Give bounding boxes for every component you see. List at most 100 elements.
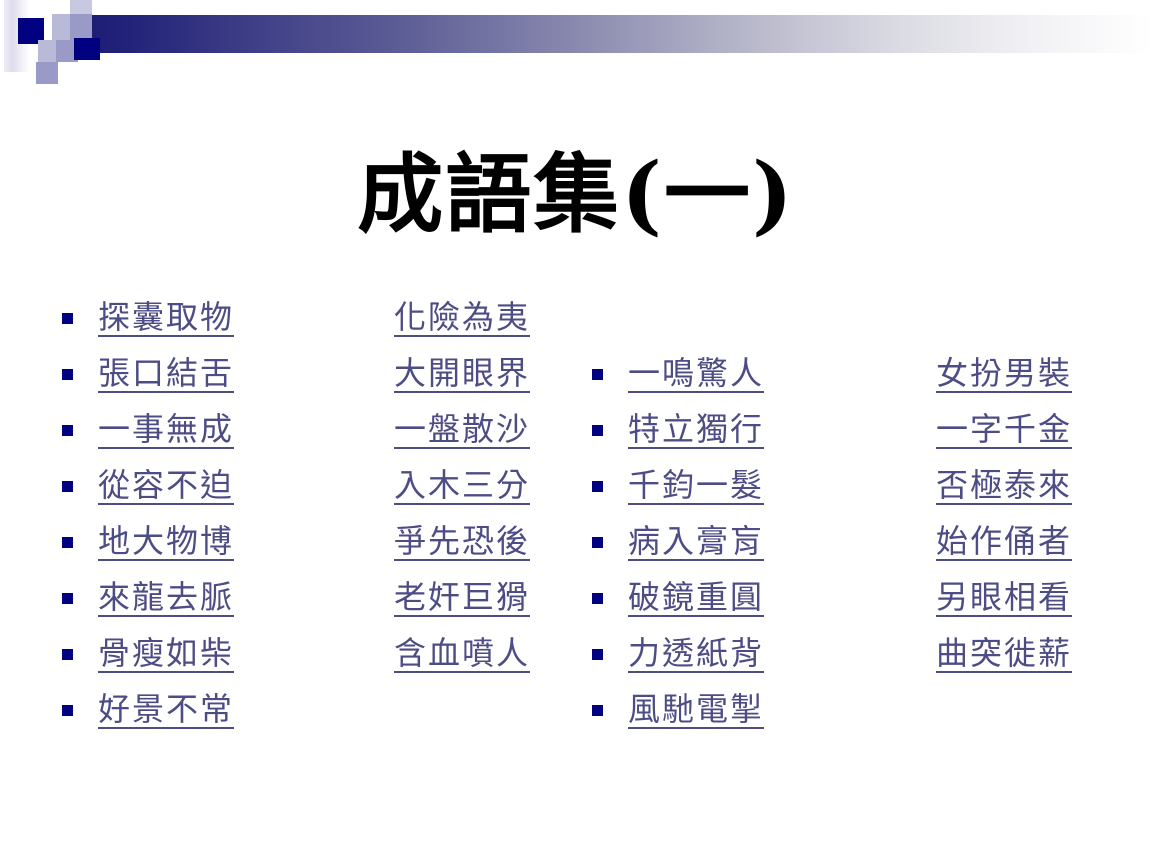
- idiom-link[interactable]: 含血噴人: [394, 636, 544, 671]
- idiom-link[interactable]: 另眼相看: [936, 580, 1072, 615]
- idiom-link[interactable]: 特立獨行: [628, 412, 764, 447]
- idiom-link[interactable]: 入木三分: [394, 468, 544, 503]
- idiom-row: 探囊取物: [62, 290, 312, 346]
- bullet-square-icon: [62, 368, 73, 380]
- bullet-square-icon: [62, 592, 73, 604]
- slide: 成語集(一) 探囊取物張口結舌一事無成從容不迫地大物博來龍去脈骨瘦如柴好景不常 …: [0, 0, 1152, 864]
- idiom-column-1: 探囊取物張口結舌一事無成從容不迫地大物博來龍去脈骨瘦如柴好景不常: [62, 290, 312, 738]
- bullet-square-icon: [62, 480, 73, 492]
- idiom-row: 張口結舌: [62, 346, 312, 402]
- idiom-row: 入木三分: [358, 458, 568, 514]
- idiom-row: 另眼相看: [900, 570, 1110, 626]
- idiom-link[interactable]: 老奸巨猾: [394, 580, 530, 615]
- bullet-spacer: [900, 425, 911, 436]
- idiom-link[interactable]: 大開眼界: [394, 356, 530, 391]
- idiom-link[interactable]: 張口結舌: [98, 356, 234, 391]
- idiom-link[interactable]: 始作俑者: [936, 524, 1072, 559]
- header-gradient-bar: [62, 15, 1152, 53]
- bullet-spacer: [358, 537, 369, 548]
- idiom-link[interactable]: 一字千金: [936, 412, 1072, 447]
- idiom-row: 從容不迫: [62, 458, 312, 514]
- idiom-row: 否極泰來: [900, 458, 1110, 514]
- idiom-row: 骨瘦如柴: [62, 626, 312, 682]
- idiom-link[interactable]: 病入膏肓: [628, 524, 764, 559]
- bullet-spacer: [358, 649, 369, 660]
- bullet-square-icon: [592, 704, 603, 716]
- bullet-square-icon: [592, 648, 603, 660]
- idiom-link[interactable]: 爭先恐後: [394, 524, 544, 559]
- bullet-square-icon: [592, 368, 603, 380]
- idiom-link[interactable]: 女扮男裝: [936, 356, 1072, 391]
- decorative-gradient-strip: [4, 0, 30, 72]
- idiom-row: 力透紙背: [592, 626, 842, 682]
- bullet-square-icon: [592, 536, 603, 548]
- decorative-square-navy-2: [74, 38, 100, 60]
- bullet-square-icon: [592, 592, 603, 604]
- idiom-link[interactable]: 一事無成: [98, 412, 248, 447]
- idiom-link[interactable]: 一鳴驚人: [628, 356, 778, 391]
- bullet-spacer: [358, 481, 369, 492]
- idiom-row: 老奸巨猾: [358, 570, 568, 626]
- decorative-square-pale-1: [70, 0, 92, 22]
- idiom-row: 破鏡重圓: [592, 570, 842, 626]
- idiom-link[interactable]: 曲突徙薪: [936, 636, 1072, 671]
- bullet-square-icon: [62, 648, 73, 660]
- bullet-spacer: [358, 313, 369, 324]
- idiom-row: 千鈞一髮: [592, 458, 842, 514]
- idiom-columns: 探囊取物張口結舌一事無成從容不迫地大物博來龍去脈骨瘦如柴好景不常 化險為夷大開眼…: [0, 290, 1152, 760]
- idiom-row: 爭先恐後: [358, 514, 568, 570]
- idiom-link[interactable]: 探囊取物: [98, 300, 234, 335]
- idiom-row: 風馳電掣: [592, 682, 842, 738]
- idiom-link[interactable]: 從容不迫: [98, 468, 234, 503]
- bullet-square-icon: [62, 536, 73, 548]
- bullet-spacer: [900, 537, 911, 548]
- idiom-row: 化險為夷: [358, 290, 568, 346]
- bullet-spacer: [900, 649, 911, 660]
- idiom-column-2: 化險為夷大開眼界一盤散沙入木三分爭先恐後老奸巨猾含血噴人: [358, 290, 568, 682]
- bullet-spacer: [358, 425, 369, 436]
- header-decoration: [0, 0, 1152, 90]
- idiom-column-4: 女扮男裝一字千金否極泰來始作俑者另眼相看曲突徙薪: [900, 346, 1110, 682]
- idiom-link[interactable]: 骨瘦如柴: [98, 636, 234, 671]
- idiom-row: 含血噴人: [358, 626, 568, 682]
- idiom-row: 來龍去脈: [62, 570, 312, 626]
- idiom-link[interactable]: 否極泰來: [936, 468, 1072, 503]
- bullet-square-icon: [592, 480, 603, 492]
- decorative-square-lav-2: [56, 40, 78, 62]
- idiom-row: 好景不常: [62, 682, 312, 738]
- bullet-spacer: [900, 481, 911, 492]
- idiom-link[interactable]: 一盤散沙: [394, 412, 530, 447]
- idiom-row: 地大物博: [62, 514, 312, 570]
- idiom-column-3: 一鳴驚人特立獨行千鈞一髮病入膏肓破鏡重圓力透紙背風馳電掣: [592, 346, 842, 738]
- decorative-square-light-1: [52, 14, 74, 40]
- bullet-square-icon: [592, 424, 603, 436]
- idiom-link[interactable]: 化險為夷: [394, 300, 530, 335]
- idiom-link[interactable]: 來龍去脈: [98, 580, 234, 615]
- idiom-link[interactable]: 地大物博: [98, 524, 234, 559]
- bullet-spacer: [900, 593, 911, 604]
- bullet-square-icon: [62, 704, 73, 716]
- decorative-square-lav-3: [36, 62, 58, 84]
- slide-title: 成語集(一): [357, 143, 795, 245]
- idiom-row: 一字千金: [900, 402, 1110, 458]
- decorative-square-light-2: [38, 40, 58, 62]
- idiom-link[interactable]: 力透紙背: [628, 636, 764, 671]
- idiom-row: 始作俑者: [900, 514, 1110, 570]
- idiom-link[interactable]: 風馳電掣: [628, 692, 764, 727]
- idiom-row: 一盤散沙: [358, 402, 568, 458]
- idiom-link[interactable]: 千鈞一髮: [628, 468, 764, 503]
- idiom-row: 特立獨行: [592, 402, 842, 458]
- idiom-row: 曲突徙薪: [900, 626, 1110, 682]
- decorative-square-lav-1: [70, 14, 92, 40]
- idiom-row: 病入膏肓: [592, 514, 842, 570]
- idiom-link[interactable]: 好景不常: [98, 692, 234, 727]
- idiom-link[interactable]: 破鏡重圓: [628, 580, 764, 615]
- idiom-row: 女扮男裝: [900, 346, 1110, 402]
- idiom-row: 一事無成: [62, 402, 312, 458]
- bullet-spacer: [900, 369, 911, 380]
- bullet-spacer: [358, 593, 369, 604]
- idiom-row: 一鳴驚人: [592, 346, 842, 402]
- bullet-square-icon: [62, 312, 73, 324]
- bullet-square-icon: [62, 424, 73, 436]
- bullet-spacer: [358, 369, 369, 380]
